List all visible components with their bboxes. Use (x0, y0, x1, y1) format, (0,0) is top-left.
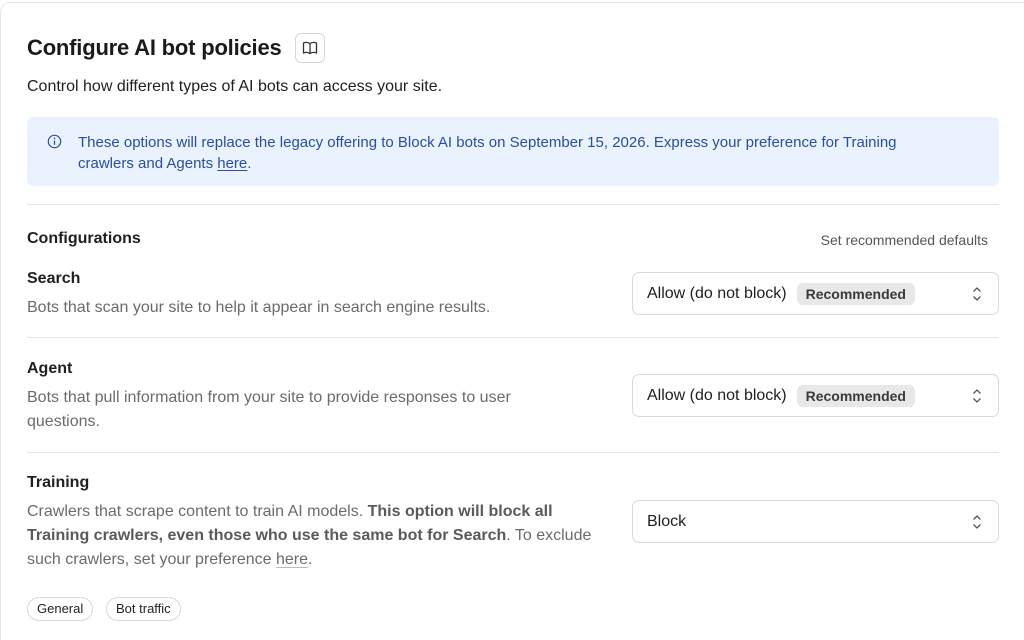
divider (27, 337, 999, 338)
notice-text: These options will replace the legacy of… (78, 134, 897, 172)
bot-policies-card: Configure AI bot policies Control how di… (0, 2, 1024, 640)
divider (27, 204, 999, 205)
divider (27, 452, 999, 453)
recommended-badge: Recommended (796, 282, 915, 305)
info-icon (47, 134, 62, 149)
training-row-description: Crawlers that scrape content to train AI… (27, 500, 602, 572)
agent-row-title: Agent (27, 360, 73, 377)
chevron-up-down-icon (973, 389, 981, 403)
recommended-badge: Recommended (796, 384, 915, 407)
search-policy-value: Allow (do not block) (647, 284, 787, 302)
page-subtitle: Control how different types of AI bots c… (27, 78, 443, 95)
tag-general[interactable]: General (27, 597, 94, 621)
tag-bot-traffic[interactable]: Bot traffic (106, 597, 181, 621)
agent-policy-select[interactable]: Allow (do not block) Recommended (632, 374, 999, 417)
search-row-description: Bots that scan your site to help it appe… (27, 299, 491, 316)
training-policy-value: Block (647, 512, 687, 530)
legacy-notice-banner: These options will replace the legacy of… (27, 117, 999, 186)
title-row: Configure AI bot policies (27, 33, 325, 63)
notice-here-link[interactable]: here (217, 155, 247, 172)
training-here-link[interactable]: here (276, 551, 308, 568)
agent-row-description: Bots that pull information from your sit… (27, 389, 511, 430)
book-icon (302, 41, 317, 55)
training-row-title: Training (27, 474, 90, 491)
training-desc-end: . (308, 551, 313, 568)
training-desc-text: Crawlers that scrape content to train AI… (27, 503, 368, 520)
notice-text-end: . (247, 155, 252, 172)
search-policy-select[interactable]: Allow (do not block) Recommended (632, 272, 999, 315)
set-recommended-defaults-button[interactable]: Set recommended defaults (821, 232, 988, 248)
chevron-up-down-icon (973, 515, 981, 529)
training-policy-select[interactable]: Block (632, 500, 999, 543)
agent-policy-value: Allow (do not block) (647, 386, 787, 404)
chevron-up-down-icon (973, 287, 981, 301)
docs-button[interactable] (294, 33, 325, 63)
page-title: Configure AI bot policies (27, 35, 282, 60)
configurations-title: Configurations (27, 230, 141, 247)
search-row-title: Search (27, 270, 81, 287)
